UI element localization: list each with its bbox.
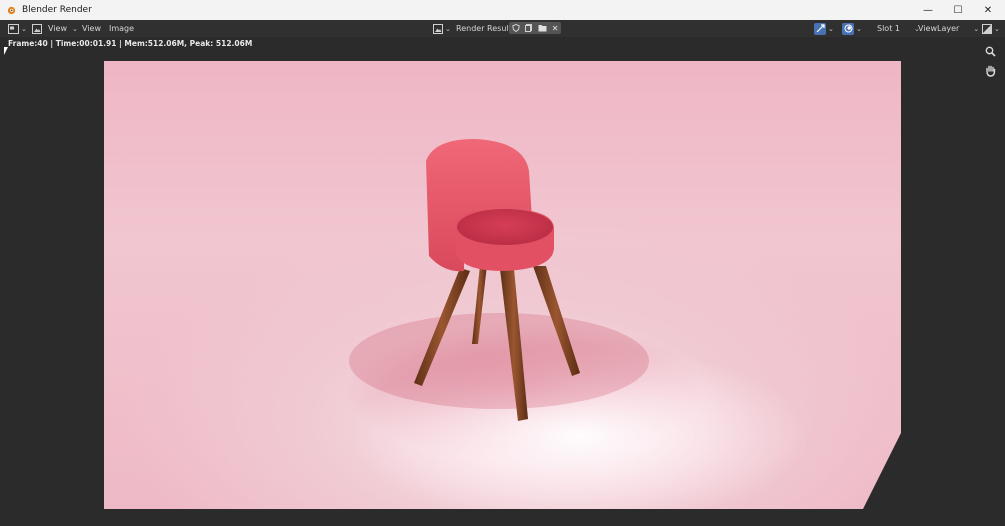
chevron-down-icon: ⌄ [994, 24, 1000, 33]
gizmo-icon [814, 22, 826, 35]
hand-icon [985, 65, 995, 77]
image-actions-group: ✕ [509, 22, 561, 34]
slot-dropdown[interactable]: Slot 1 ⌄ [877, 24, 920, 33]
chevron-down-icon: ⌄ [856, 24, 862, 33]
display-channels-icon [982, 23, 992, 34]
zoom-button[interactable] [983, 44, 997, 58]
overlay-icon [842, 22, 854, 35]
mouse-cursor-icon [4, 47, 8, 55]
display-channels-dropdown[interactable]: ⌄ [982, 23, 1000, 34]
fake-user-icon[interactable] [511, 24, 520, 32]
pan-button[interactable] [983, 64, 997, 78]
slot-label: Slot 1 [877, 24, 900, 33]
render-stats: Frame:40 | Time:00:01.91 | Mem:512.06M, … [8, 39, 253, 48]
unlink-icon[interactable]: ✕ [552, 24, 559, 33]
image-menu[interactable]: Image [109, 24, 134, 33]
view-layer-dropdown[interactable]: ViewLayer ⌄ [918, 24, 979, 33]
overlay-toggle[interactable]: ⌄ [842, 22, 862, 35]
chair-cushion [457, 209, 553, 245]
chevron-down-icon: ⌄ [21, 24, 27, 33]
mode-dropdown[interactable]: View ⌄ [32, 23, 78, 34]
mode-label: View [48, 24, 67, 33]
chevron-down-icon: ⌄ [71, 24, 78, 33]
close-button[interactable]: ✕ [973, 0, 1003, 20]
open-image-icon[interactable] [538, 24, 547, 32]
image-browse-icon [433, 23, 443, 34]
blender-logo-icon [7, 6, 16, 15]
maximize-button[interactable]: ☐ [943, 0, 973, 20]
render-corner [863, 433, 901, 509]
chair-render [349, 139, 649, 421]
image-browse-button[interactable]: ⌄ [433, 23, 451, 34]
window-title: Blender Render [22, 5, 92, 15]
chevron-down-icon: ⌄ [828, 24, 834, 33]
new-image-icon[interactable] [524, 24, 533, 32]
render-result-image [104, 61, 901, 509]
gizmo-toggle[interactable]: ⌄ [814, 22, 834, 35]
zoom-icon [985, 46, 996, 57]
view-menu[interactable]: View [82, 24, 101, 33]
window-titlebar: Blender Render — ☐ ✕ [0, 0, 1005, 20]
editor-type-button[interactable]: ⌄ [8, 23, 27, 34]
chevron-down-icon: ⌄ [445, 24, 451, 33]
image-name-field[interactable]: Render Result [456, 24, 512, 33]
image-editor-header: ⌄ View ⌄ View Image ⌄ Render Result ✕ ⌄ … [0, 20, 1005, 37]
minimize-button[interactable]: — [913, 0, 943, 20]
chevron-down-icon: ⌄ [973, 24, 980, 33]
editor-type-icon [8, 23, 19, 34]
mode-icon [32, 23, 42, 34]
view-layer-label: ViewLayer [918, 24, 960, 33]
